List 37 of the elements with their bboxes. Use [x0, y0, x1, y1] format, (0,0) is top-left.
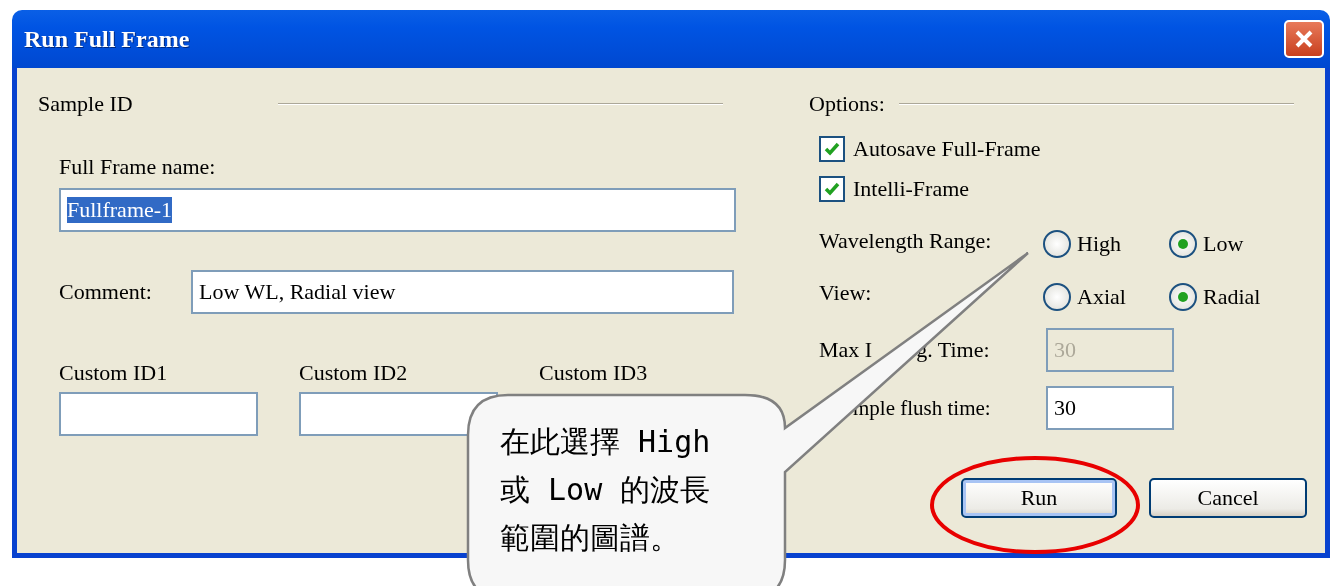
field-label: Comment: — [59, 279, 153, 305]
checkbox-label: Intelli-Frame — [853, 176, 970, 202]
radio-button[interactable] — [1169, 230, 1197, 258]
radio-button[interactable] — [1169, 283, 1197, 311]
section-heading: Sample ID — [38, 91, 133, 117]
cancel-button[interactable]: Cancel — [1149, 478, 1307, 518]
radio-button[interactable] — [1043, 230, 1071, 258]
checkbox[interactable] — [819, 176, 845, 202]
checkbox[interactable] — [819, 136, 845, 162]
field-label: Custom ID1 — [59, 360, 169, 386]
close-button[interactable] — [1284, 20, 1324, 58]
checkbox-label: Autosave Full-Frame — [853, 136, 1041, 162]
radio-label: Axial — [1077, 284, 1126, 310]
name-field[interactable]: Fullframe-1 — [59, 188, 736, 232]
section-heading: Options: — [809, 91, 885, 117]
run-button[interactable]: Run — [961, 478, 1117, 518]
field-label: Custom ID2 — [299, 360, 409, 386]
radio-label: High — [1077, 231, 1121, 257]
radio-button[interactable] — [1043, 283, 1071, 311]
radio-label: Low — [1203, 231, 1244, 257]
callout-text: 在此選擇 High — [500, 423, 711, 461]
field-label: Full Frame name: — [59, 154, 217, 180]
close-icon — [1293, 28, 1315, 50]
custom-id-field[interactable] — [59, 392, 258, 436]
group-label: Wavelength Range: — [819, 228, 993, 254]
window-title: Run Full Frame — [24, 25, 190, 53]
field-label: Max I — [819, 337, 873, 363]
callout-text: 或 Low 的波長 — [500, 471, 711, 509]
callout-text: 範圍的圖譜。 — [500, 519, 681, 557]
field-label: Custom ID3 — [539, 360, 649, 386]
check-icon — [824, 182, 840, 196]
radio-label: Radial — [1203, 284, 1261, 310]
group-label: View: — [819, 280, 873, 306]
number-field[interactable]: 30 — [1046, 386, 1174, 430]
check-icon — [824, 142, 840, 156]
comment-field[interactable]: Low WL, Radial view — [191, 270, 734, 314]
number-field: 30 — [1046, 328, 1174, 372]
